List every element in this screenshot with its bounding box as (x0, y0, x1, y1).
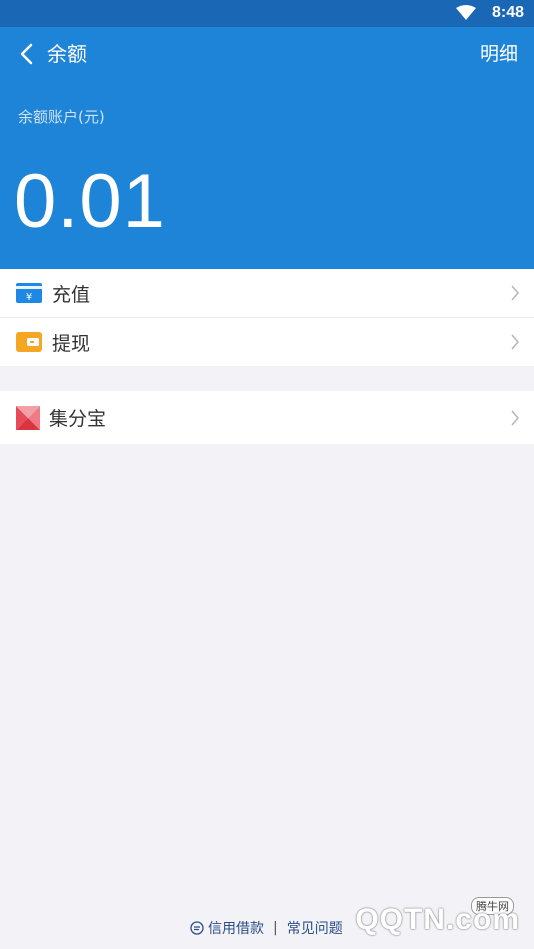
jifenbao-row[interactable]: 集分宝 (0, 391, 534, 444)
withdraw-row[interactable]: 提现 (0, 318, 534, 366)
recharge-row[interactable]: ¥ 充值 (0, 269, 534, 318)
jifenbao-label: 集分宝 (49, 408, 107, 430)
footer-separator: | (273, 920, 278, 936)
balance-header: 余额 明细 余额账户(元) 0.01 (0, 27, 534, 269)
detail-link[interactable]: 明细 (480, 41, 518, 67)
status-bar: 8:48 (0, 0, 534, 27)
withdraw-icon (16, 332, 42, 352)
chevron-left-icon (20, 43, 33, 65)
watermark: 腾牛网 QQTN.com (328, 885, 528, 945)
page-title: 余额 (47, 42, 87, 66)
credit-loan-link[interactable]: 信用借款 (208, 918, 264, 938)
footer-links: 信用借款 | 常见问题 (190, 918, 343, 938)
balance-label: 余额账户(元) (18, 108, 105, 126)
credit-icon (190, 921, 204, 935)
jifenbao-icon (16, 405, 40, 430)
withdraw-label: 提现 (52, 332, 91, 355)
chevron-right-icon (511, 285, 520, 301)
svg-text:¥: ¥ (26, 292, 32, 303)
wifi-icon (456, 5, 476, 20)
chevron-right-icon (511, 334, 520, 350)
actions-list: ¥ 充值 提现 (0, 269, 534, 366)
recharge-label: 充值 (52, 283, 91, 306)
balance-value: 0.01 (14, 159, 166, 244)
extras-list: 集分宝 (0, 391, 534, 444)
watermark-text: QQTN.com (355, 903, 520, 936)
chevron-right-icon (511, 409, 520, 426)
recharge-icon: ¥ (16, 283, 42, 303)
status-time: 8:48 (491, 4, 524, 21)
back-button[interactable] (12, 40, 40, 68)
